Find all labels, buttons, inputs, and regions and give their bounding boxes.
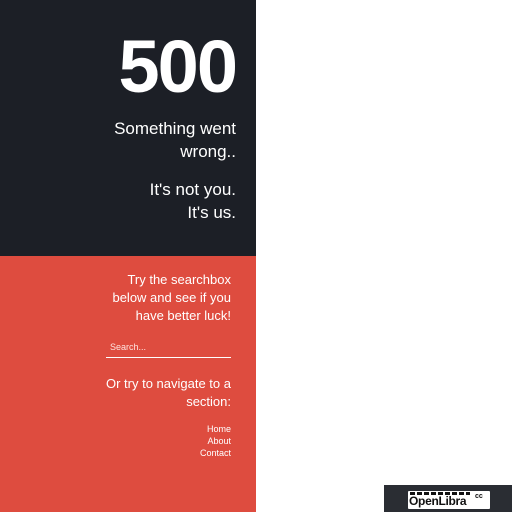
search-input[interactable] <box>106 338 231 358</box>
error-page: 500 Something went wrong.. It's not you.… <box>0 0 512 512</box>
search-hint-line: Try the searchbox <box>127 272 231 287</box>
search-hint-line: have better luck! <box>135 308 231 323</box>
nav-link-about[interactable]: About <box>200 435 231 447</box>
error-message: Something went wrong.. <box>114 117 236 163</box>
navigation-hint-line: Or try to navigate to a <box>105 376 231 391</box>
reassurance-line: It's not you. <box>149 180 236 199</box>
error-message-line: wrong.. <box>180 142 236 161</box>
nav-link-home[interactable]: Home <box>200 423 231 435</box>
brand-logo: OpenLibra cc <box>408 491 490 509</box>
section-nav: Home About Contact <box>200 423 231 459</box>
reassurance-message: It's not you. It's us. <box>150 178 236 224</box>
brand-tld: cc <box>475 493 483 500</box>
error-code: 500 <box>118 25 238 108</box>
reassurance-line: It's us. <box>187 203 236 222</box>
search-hint: Try the searchbox below and see if you h… <box>112 271 231 325</box>
search-hint-line: below and see if you <box>112 290 231 305</box>
navigation-hint-line: section: <box>186 394 231 409</box>
help-panel: Try the searchbox below and see if you h… <box>0 256 256 512</box>
brand-name: OpenLibra <box>409 494 467 508</box>
error-header-panel: 500 Something went wrong.. It's not you.… <box>0 0 256 256</box>
error-message-line: Something went <box>114 119 236 138</box>
nav-link-contact[interactable]: Contact <box>200 447 231 459</box>
brand-badge[interactable]: OpenLibra cc <box>384 485 512 512</box>
navigation-hint: Or try to navigate to a section: <box>106 375 231 411</box>
